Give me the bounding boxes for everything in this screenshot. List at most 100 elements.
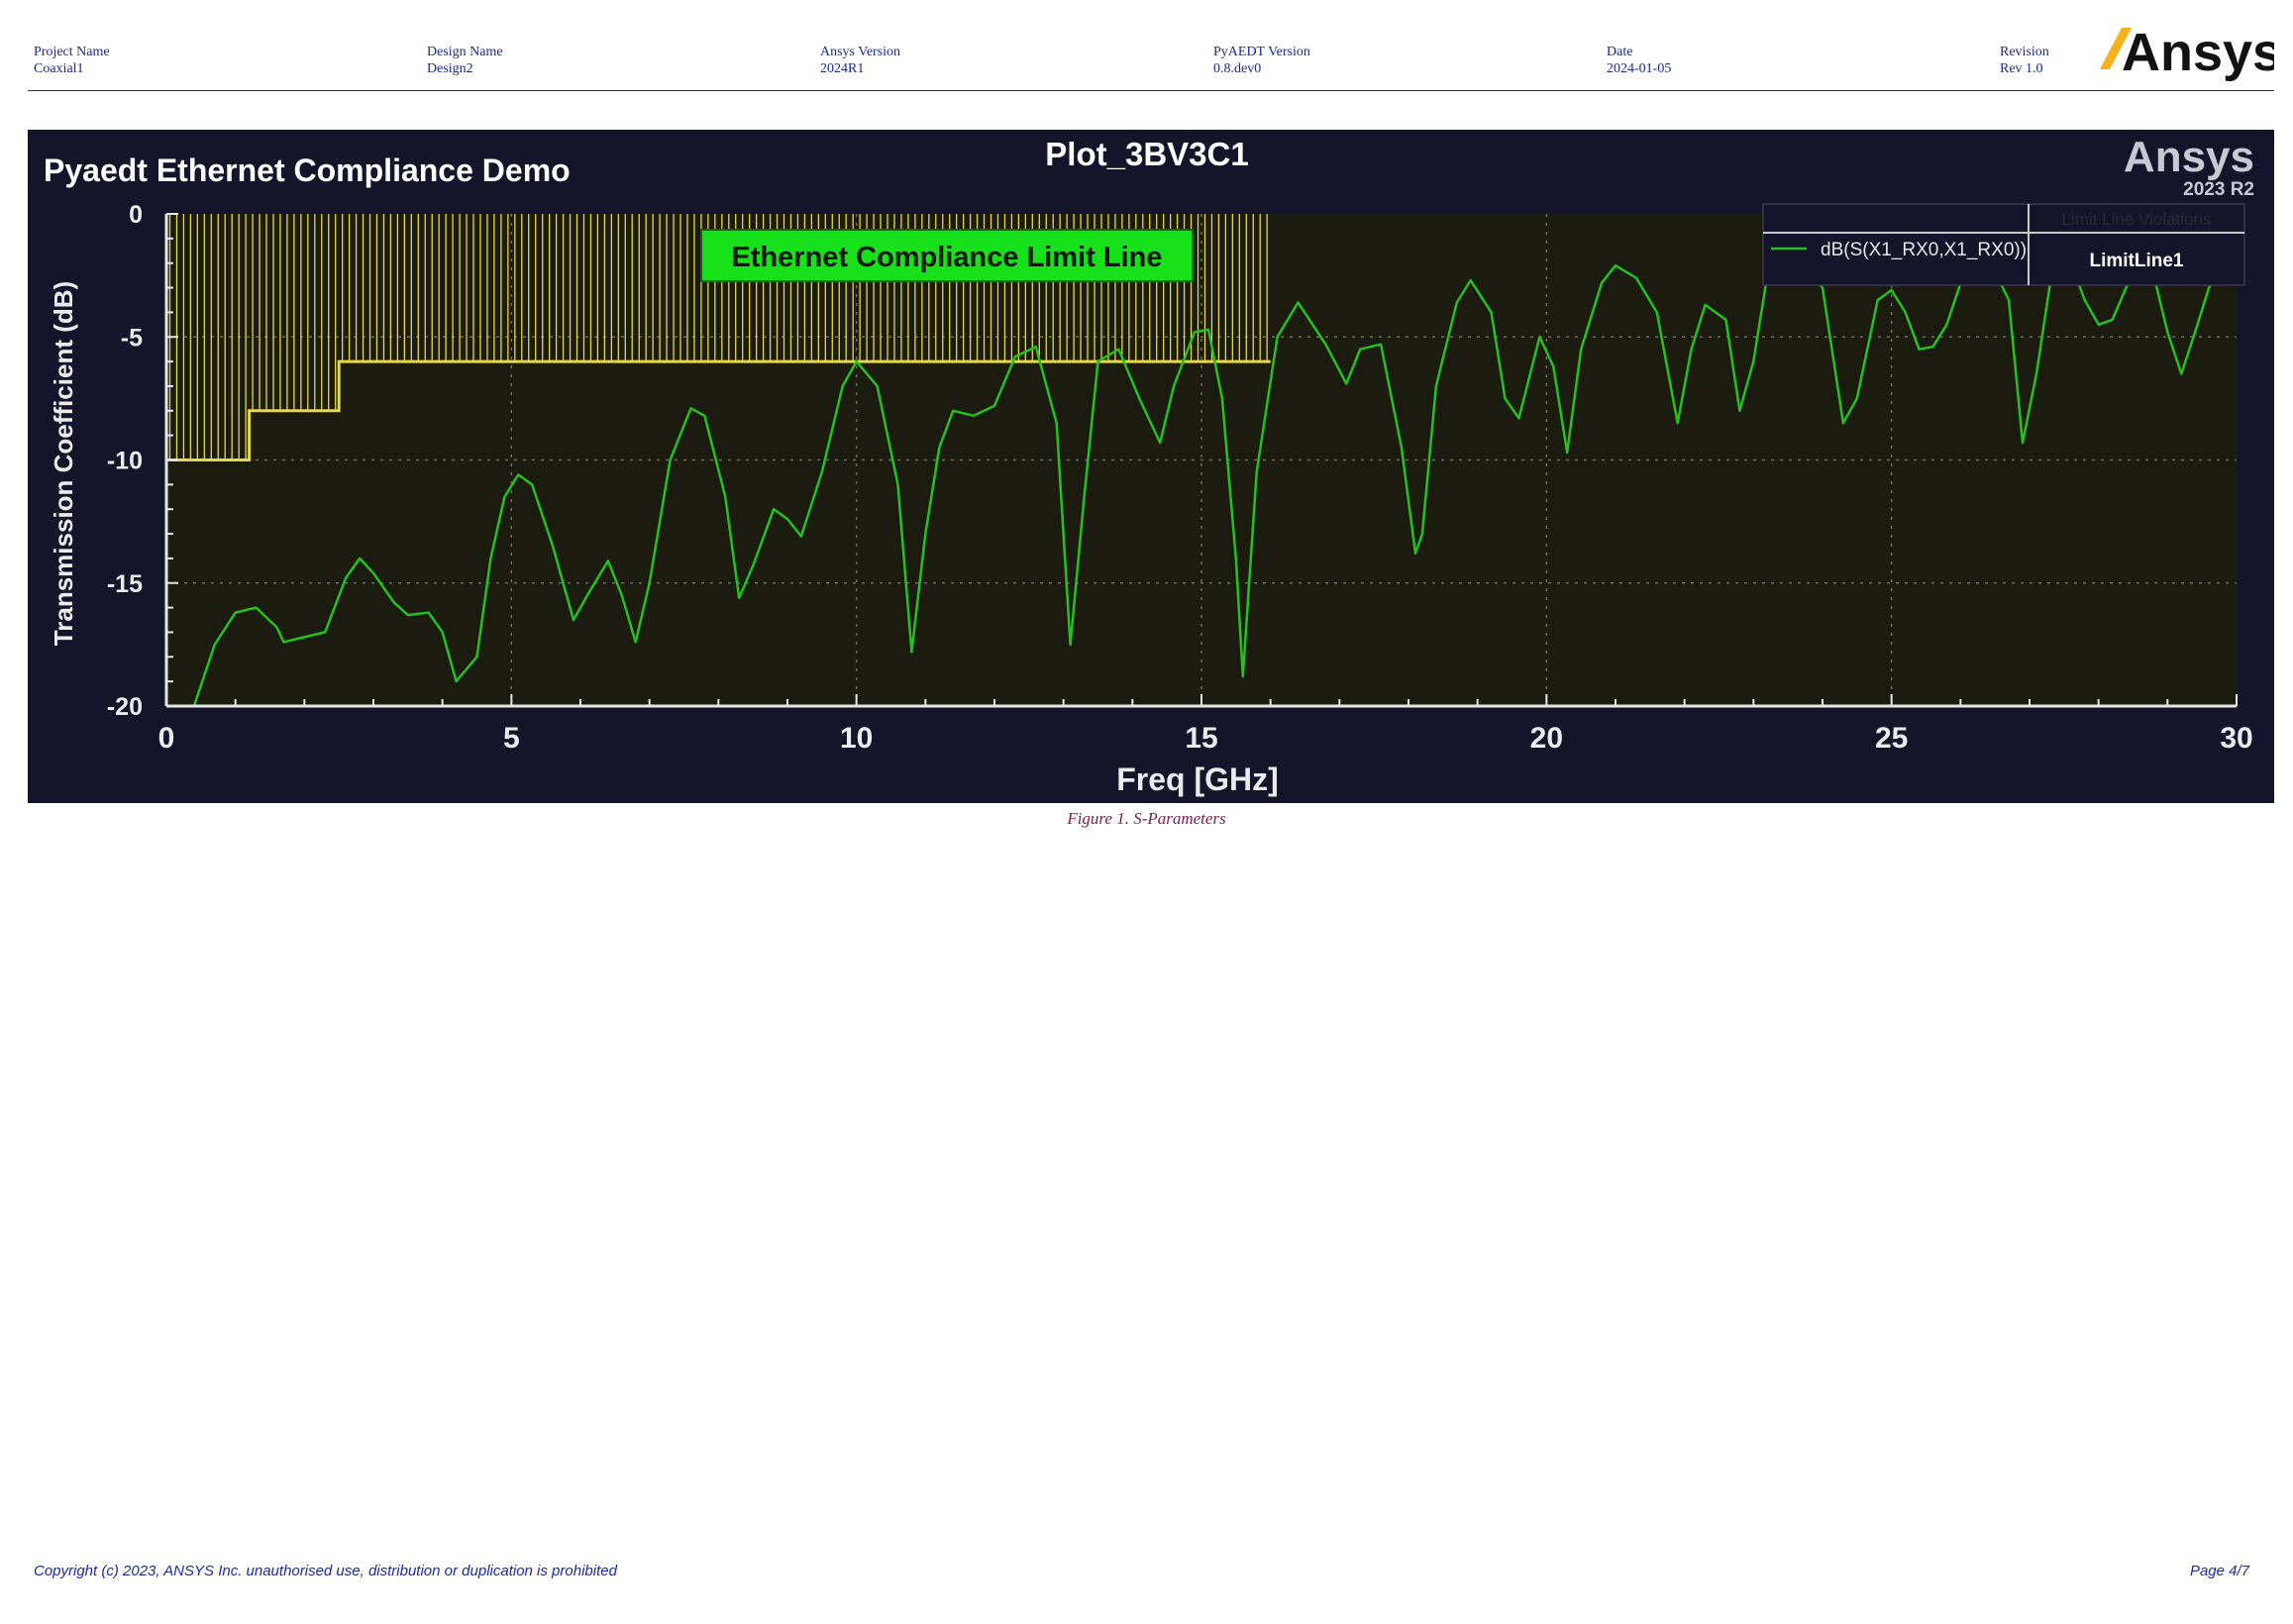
- trace-point: [455, 680, 458, 682]
- y-tick-label: -20: [107, 693, 143, 721]
- trace-point: [427, 611, 430, 614]
- trace-point: [648, 582, 651, 584]
- header-value: Design2: [427, 61, 473, 76]
- trace-point: [1235, 558, 1237, 559]
- header-value: 2024R1: [820, 61, 865, 76]
- trace-point: [773, 508, 775, 510]
- plot-title: Plot_3BV3C1: [1045, 136, 1248, 172]
- x-tick-label: 0: [158, 722, 175, 755]
- trace-point: [1635, 276, 1637, 279]
- trace-point: [669, 458, 672, 461]
- header-label: Ansys Version: [820, 45, 901, 59]
- trace-point: [1096, 360, 1099, 362]
- x-tick-label: 10: [840, 722, 873, 755]
- trace-point: [1704, 304, 1707, 306]
- trace-point: [1324, 343, 1327, 346]
- trace-point: [1504, 397, 1507, 400]
- trace-point: [2097, 324, 2100, 326]
- x-tick-label: 25: [1875, 722, 1908, 755]
- trace-point: [973, 415, 975, 417]
- trace-point: [896, 483, 899, 486]
- figure-caption: Figure 1. S-Parameters: [1067, 809, 1226, 828]
- trace-point: [2022, 442, 2024, 444]
- trace-point: [876, 385, 879, 387]
- trace-point: [372, 572, 374, 574]
- trace-point: [1014, 355, 1016, 357]
- header-label: Design Name: [427, 45, 503, 59]
- trace-point: [1194, 331, 1196, 334]
- trace-point: [1856, 397, 1858, 400]
- trace-point: [689, 407, 692, 410]
- trace-point: [1173, 385, 1175, 387]
- trace-point: [1456, 301, 1458, 304]
- trace-point: [1035, 346, 1037, 348]
- plot-brand-version: 2023 R2: [2183, 179, 2254, 200]
- header-value: Coaxial1: [34, 61, 84, 76]
- trace-point: [1380, 343, 1382, 346]
- trace-point: [441, 631, 444, 634]
- x-tick-label: 15: [1185, 722, 1217, 755]
- trace-point: [1069, 644, 1072, 646]
- header-field-date: Date 2024-01-05: [1607, 44, 1671, 77]
- trace-point: [531, 483, 533, 486]
- trace-point: [1435, 385, 1437, 387]
- trace-point: [855, 360, 858, 362]
- header-field-pyaedt-version: PyAEDT Version 0.8.dev0: [1213, 44, 1310, 77]
- trace-point: [993, 405, 995, 407]
- trace-point: [924, 533, 927, 535]
- trace-point: [1601, 281, 1603, 284]
- trace-point: [1221, 397, 1223, 400]
- trace-point: [607, 559, 609, 562]
- trace-point: [1580, 348, 1582, 351]
- y-tick-label: 0: [129, 201, 143, 229]
- legend-violation: LimitLine1: [2089, 251, 2183, 271]
- trace-point: [517, 473, 520, 476]
- trace-point: [475, 656, 478, 659]
- y-tick-label: -5: [121, 324, 143, 352]
- trace-point: [345, 577, 347, 579]
- trace-point: [1615, 264, 1616, 266]
- s-parameter-plot: Pyaedt Ethernet Compliance Demo Plot_3BV…: [28, 130, 2274, 803]
- trace-point: [1083, 496, 1086, 498]
- trace-point: [275, 626, 278, 629]
- trace-point: [2125, 286, 2128, 289]
- trace-point: [752, 564, 754, 567]
- trace-point: [1159, 442, 1161, 444]
- header-field-project: Project Name Coaxial1: [34, 44, 110, 77]
- plot-brand: Ansys: [2124, 133, 2254, 181]
- trace-point: [1055, 422, 1058, 425]
- legend-trace-label: dB(S(X1_RX0,X1_RX0)): [1821, 240, 2027, 260]
- trace-point: [393, 601, 395, 604]
- trace-point: [724, 496, 727, 498]
- trace-point: [1359, 348, 1361, 351]
- report-header: Project Name Coaxial1 Design Name Design…: [34, 44, 2049, 91]
- plot-legend: Limit Line Violations dB(S(X1_RX0,X1_RX0…: [1762, 203, 2245, 286]
- trace-point: [1945, 324, 1948, 326]
- trace-point: [586, 594, 588, 596]
- header-value: Rev 1.0: [2000, 61, 2043, 76]
- trace-point: [1724, 319, 1727, 321]
- trace-point: [1876, 299, 1879, 301]
- trace-point: [2008, 299, 2010, 301]
- trace-point: [324, 631, 327, 634]
- trace-point: [1421, 533, 1423, 535]
- trace-point: [1117, 348, 1120, 351]
- header-field-ansys-version: Ansys Version 2024R1: [820, 44, 900, 77]
- trace-point: [1517, 417, 1520, 420]
- trace-point: [407, 614, 409, 616]
- trace-point: [1676, 422, 1679, 425]
- trace-point: [552, 545, 554, 548]
- ansys-logo: Ansys: [2100, 23, 2274, 82]
- trace-point: [2208, 286, 2210, 289]
- trace-point: [1242, 675, 1244, 677]
- header-label: Date: [1607, 45, 1633, 59]
- trace-point: [489, 558, 492, 559]
- trace-point: [2194, 331, 2196, 334]
- y-axis-label: Transmission Coefficient (dB): [49, 281, 78, 646]
- trace-point: [1690, 348, 1693, 351]
- trace-point: [952, 410, 954, 412]
- header-rule: [28, 90, 2274, 91]
- plot-canvas: Pyaedt Ethernet Compliance Demo Plot_3BV…: [28, 130, 2274, 803]
- legend-header: Limit Line Violations: [2062, 210, 2212, 229]
- trace-point: [1490, 311, 1493, 314]
